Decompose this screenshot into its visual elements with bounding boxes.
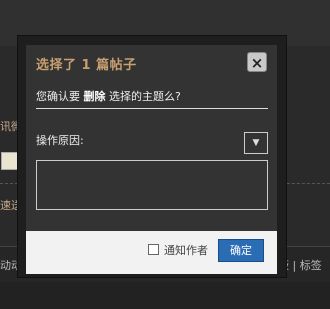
confirm-message: 您确认要 删除 选择的主题么? xyxy=(36,88,181,104)
dialog-divider xyxy=(36,108,268,109)
notify-author-checkbox[interactable] xyxy=(148,244,159,255)
page-footer-background xyxy=(0,282,330,309)
confirm-suffix: 选择的主题么? xyxy=(109,90,181,103)
reason-textarea[interactable] xyxy=(36,160,268,210)
notify-author-label[interactable]: 通知作者 xyxy=(164,242,208,258)
confirm-prefix: 您确认要 xyxy=(36,90,80,103)
confirm-button[interactable]: 确定 xyxy=(218,239,264,262)
reason-label: 操作原因: xyxy=(36,134,84,147)
close-button[interactable]: × xyxy=(247,52,267,72)
chevron-down-icon: ▼ xyxy=(252,138,260,148)
dialog-title: 选择了 1 篇帖子 xyxy=(36,58,137,73)
reason-dropdown[interactable]: ▼ xyxy=(244,132,268,154)
confirm-action: 删除 xyxy=(83,90,106,103)
